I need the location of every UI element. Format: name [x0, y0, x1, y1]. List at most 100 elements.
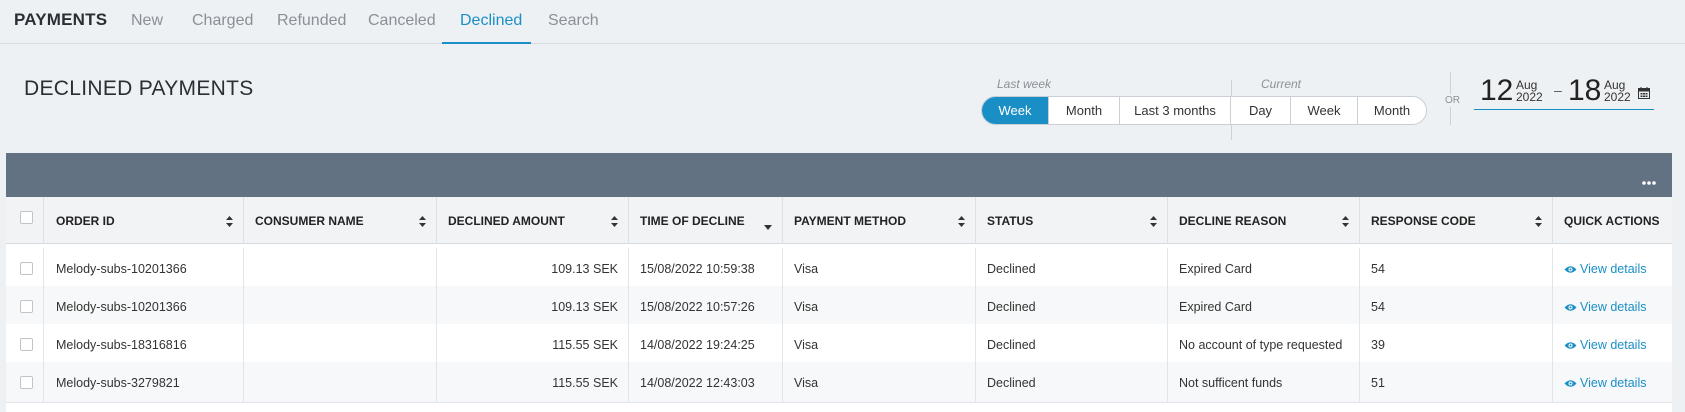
view-details-label: View details	[1580, 338, 1647, 352]
col-status[interactable]: STATUS	[976, 197, 1168, 243]
eye-icon	[1564, 341, 1577, 349]
sort-desc-icon	[764, 217, 772, 235]
status: Declined	[987, 262, 1036, 276]
table-row[interactable]: Melody-subs-10201366 109.13 SEK 15/08/20…	[6, 286, 1672, 327]
or-label: OR	[1445, 94, 1460, 107]
view-details-link[interactable]: View details	[1564, 376, 1646, 390]
order-id: Melody-subs-10201366	[56, 300, 187, 314]
to-year: 2022	[1604, 90, 1631, 104]
row-checkbox[interactable]	[20, 338, 33, 351]
order-id: Melody-subs-18316816	[56, 338, 187, 352]
col-decline-reason-label: DECLINE REASON	[1179, 214, 1287, 228]
current-caption: Current	[1261, 77, 1302, 91]
calendar-icon[interactable]	[1638, 86, 1650, 104]
date-range-picker[interactable]: 12 Aug 2022 – 18 Aug 2022	[1474, 74, 1654, 110]
response-code: 39	[1371, 338, 1385, 352]
from-day: 12	[1480, 74, 1514, 107]
col-order-id[interactable]: ORDER ID	[44, 197, 244, 243]
tab-charged[interactable]: Charged	[192, 12, 253, 30]
status: Declined	[987, 376, 1036, 390]
last-3-months-button[interactable]: Last 3 months	[1120, 97, 1231, 124]
view-details-link[interactable]: View details	[1564, 300, 1646, 314]
row-checkbox[interactable]	[20, 300, 33, 313]
sort-icon	[611, 214, 618, 232]
sort-icon	[1342, 214, 1349, 232]
tab-refunded[interactable]: Refunded	[277, 12, 346, 30]
tab-new[interactable]: New	[131, 12, 163, 30]
eye-icon	[1564, 303, 1577, 311]
response-code: 51	[1371, 376, 1385, 390]
col-consumer-name[interactable]: CONSUMER NAME	[244, 197, 437, 243]
current-month-button[interactable]: Month	[1358, 97, 1426, 124]
declined-amount: 109.13 SEK	[551, 300, 618, 314]
response-code: 54	[1371, 262, 1385, 276]
col-decline-reason[interactable]: DECLINE REASON	[1168, 197, 1360, 243]
tab-search[interactable]: Search	[548, 12, 599, 30]
col-declined-amount-label: DECLINED AMOUNT	[448, 214, 565, 228]
declined-payments-table: ORDER ID CONSUMER NAME DECLINED AMOUNT T…	[6, 153, 1672, 412]
col-quick-actions: QUICK ACTIONS	[1553, 197, 1672, 243]
response-code: 54	[1371, 300, 1385, 314]
row-checkbox[interactable]	[20, 262, 33, 275]
decline-reason: No account of type requested	[1179, 338, 1343, 352]
tab-canceled[interactable]: Canceled	[368, 12, 436, 30]
current-week-button[interactable]: Week	[1291, 97, 1358, 124]
col-payment-method-label: PAYMENT METHOD	[794, 214, 907, 228]
sort-icon	[1535, 214, 1542, 232]
current-day-button[interactable]: Day	[1231, 97, 1291, 124]
period-selector: Week Month Last 3 months Day Week Month	[981, 96, 1427, 125]
table-header: ORDER ID CONSUMER NAME DECLINED AMOUNT T…	[6, 197, 1672, 244]
page-title: DECLINED PAYMENTS	[24, 77, 254, 100]
last-week-caption: Last week	[997, 77, 1052, 91]
sort-icon	[1150, 214, 1157, 232]
col-consumer-name-label: CONSUMER NAME	[255, 214, 364, 228]
ellipsis-icon[interactable]	[1642, 172, 1656, 190]
time-of-decline: 15/08/2022 10:59:38	[640, 262, 755, 276]
col-response-code[interactable]: RESPONSE CODE	[1360, 197, 1553, 243]
eye-icon	[1564, 379, 1577, 387]
sort-icon	[958, 214, 965, 232]
col-time-of-decline[interactable]: TIME OF DECLINE	[629, 197, 783, 243]
active-tab-indicator	[442, 42, 531, 44]
decline-reason: Expired Card	[1179, 300, 1252, 314]
declined-amount: 115.55 SEK	[552, 338, 618, 352]
sort-icon	[226, 214, 233, 232]
table-row[interactable]: Melody-subs-18316816 115.55 SEK 14/08/20…	[6, 324, 1672, 365]
time-of-decline: 15/08/2022 10:57:26	[640, 300, 755, 314]
time-of-decline: 14/08/2022 12:43:03	[640, 376, 755, 390]
declined-amount: 109.13 SEK	[551, 262, 618, 276]
col-status-label: STATUS	[987, 214, 1034, 228]
payment-method: Visa	[794, 262, 819, 276]
payment-method: Visa	[794, 376, 819, 390]
view-details-link[interactable]: View details	[1564, 338, 1646, 352]
table-row[interactable]: Melody-subs-3279821 115.55 SEK 14/08/202…	[6, 362, 1672, 403]
status: Declined	[987, 300, 1036, 314]
col-response-code-label: RESPONSE CODE	[1371, 214, 1476, 228]
table-toolbar	[6, 153, 1672, 197]
row-checkbox[interactable]	[20, 376, 33, 389]
col-quick-actions-label: QUICK ACTIONS	[1564, 214, 1660, 228]
from-year: 2022	[1516, 90, 1543, 104]
view-details-link[interactable]: View details	[1564, 262, 1646, 276]
table-row[interactable]: Melody-subs-10201366 109.13 SEK 15/08/20…	[6, 248, 1672, 289]
status: Declined	[987, 338, 1036, 352]
declined-amount: 115.55 SEK	[552, 376, 618, 390]
order-id: Melody-subs-10201366	[56, 262, 187, 276]
col-payment-method[interactable]: PAYMENT METHOD	[783, 197, 976, 243]
last-month-button[interactable]: Month	[1049, 97, 1120, 124]
decline-reason: Expired Card	[1179, 262, 1252, 276]
payment-method: Visa	[794, 338, 819, 352]
select-all-checkbox[interactable]	[20, 211, 33, 224]
col-time-of-decline-label: TIME OF DECLINE	[640, 214, 745, 228]
order-id: Melody-subs-3279821	[56, 376, 180, 390]
view-details-label: View details	[1580, 376, 1647, 390]
decline-reason: Not sufficent funds	[1179, 376, 1283, 390]
eye-icon	[1564, 265, 1577, 273]
sort-icon	[419, 214, 426, 232]
top-navigation: PAYMENTS New Charged Refunded Canceled D…	[0, 0, 1685, 44]
to-day: 18	[1568, 74, 1602, 107]
last-week-button[interactable]: Week	[982, 97, 1049, 124]
col-declined-amount[interactable]: DECLINED AMOUNT	[437, 197, 629, 243]
payment-method: Visa	[794, 300, 819, 314]
tab-declined[interactable]: Declined	[460, 12, 522, 30]
